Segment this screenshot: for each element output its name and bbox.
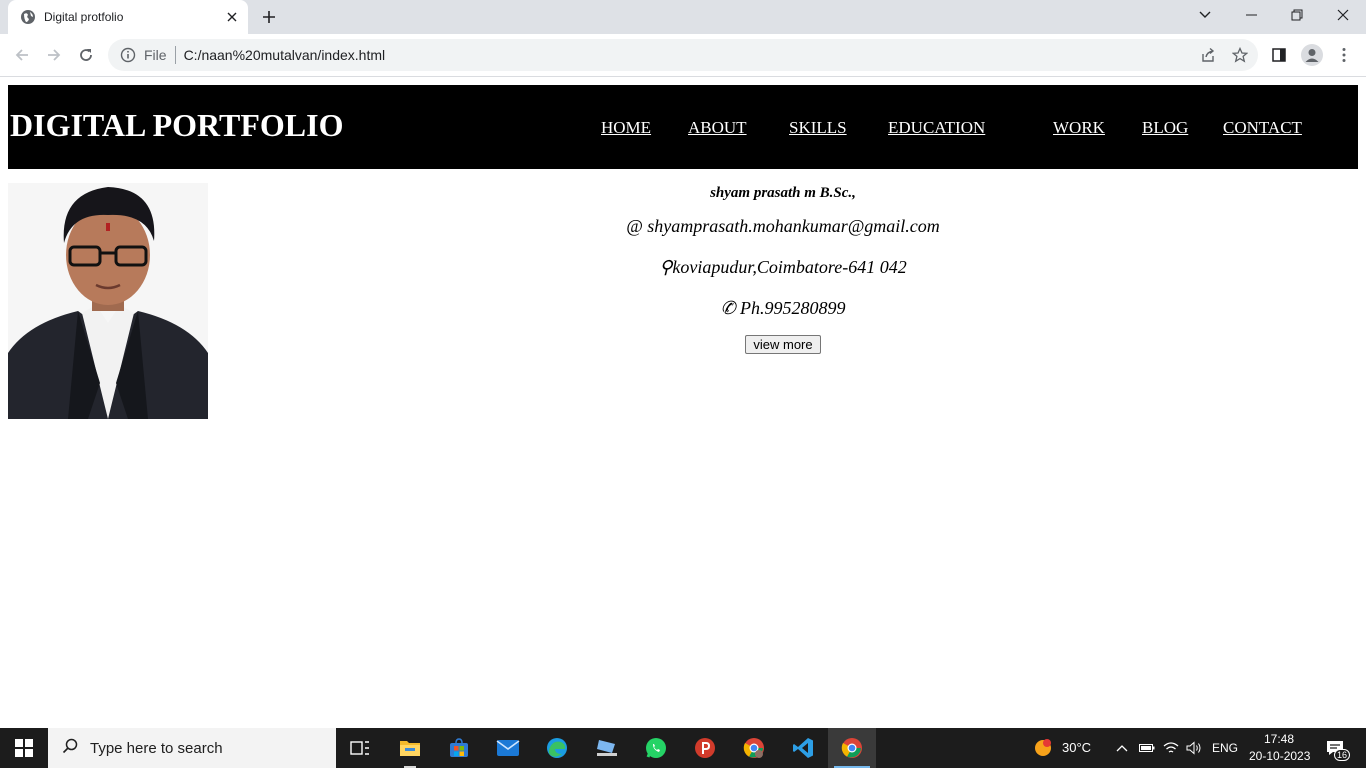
browser-toolbar: File C:/naan%20mutalvan/index.html: [0, 34, 1366, 77]
globe-icon: [20, 9, 36, 25]
search-icon: [62, 738, 78, 759]
bookmark-star-icon[interactable]: [1228, 43, 1252, 67]
url-text[interactable]: C:/naan%20mutalvan/index.html: [184, 47, 386, 63]
phone-icon: ✆: [720, 298, 736, 318]
battery-icon[interactable]: [1139, 740, 1155, 756]
nav-link-about[interactable]: ABOUT: [688, 118, 747, 138]
location-line: ⚲koviapudur,Coimbatore-641 042: [450, 257, 1116, 278]
language-indicator[interactable]: ENG: [1212, 741, 1238, 755]
forward-icon[interactable]: [42, 43, 66, 67]
site-title: DIGITAL PORTFOLIO: [10, 107, 344, 143]
profile-photo: [8, 183, 208, 419]
mail-icon[interactable]: [484, 728, 532, 768]
show-hidden-icons-chevron-icon[interactable]: [1114, 740, 1130, 756]
chrome-profile-icon[interactable]: [730, 728, 778, 768]
search-placeholder: Type here to search: [90, 739, 223, 757]
windows-taskbar: Type here to search 30°C ENG 17:48 20-10…: [0, 728, 1366, 768]
profile-info: shyam prasath m B.Sc., @ shyamprasath.mo…: [450, 183, 1116, 354]
email-text: shyamprasath.mohankumar@gmail.com: [647, 216, 940, 236]
task-view-icon[interactable]: [336, 728, 384, 768]
site-header: DIGITAL PORTFOLIO HOME ABOUT SKILLS EDUC…: [8, 85, 1358, 169]
laptop-app-icon[interactable]: [583, 728, 631, 768]
clock-time[interactable]: 17:48: [1264, 732, 1294, 746]
web-page: DIGITAL PORTFOLIO HOME ABOUT SKILLS EDUC…: [0, 78, 1366, 728]
view-more-button[interactable]: view more: [745, 335, 821, 354]
nav-link-skills[interactable]: SKILLS: [789, 118, 847, 138]
side-panel-icon[interactable]: [1267, 43, 1291, 67]
vscode-icon[interactable]: [779, 728, 827, 768]
nav-link-contact[interactable]: CONTACT: [1223, 118, 1302, 138]
tab-title: Digital protfolio: [44, 10, 124, 24]
phone-line: ✆ Ph.995280899: [450, 298, 1116, 319]
weather-icon[interactable]: [1032, 737, 1054, 759]
microsoft-store-icon[interactable]: [435, 728, 483, 768]
nav-link-education[interactable]: EDUCATION: [888, 118, 985, 138]
powerpoint-like-icon[interactable]: [681, 728, 729, 768]
whatsapp-icon[interactable]: [632, 728, 680, 768]
restore-icon[interactable]: [1274, 0, 1320, 30]
windows-start-icon[interactable]: [0, 728, 48, 768]
browser-tab-strip: Digital protfolio: [0, 0, 1366, 34]
tab-search-icon[interactable]: [1182, 0, 1228, 30]
share-icon[interactable]: [1196, 43, 1220, 67]
nav-link-work[interactable]: WORK: [1053, 118, 1105, 138]
location-text: koviapudur,Coimbatore-641 042: [672, 257, 907, 277]
browser-tab[interactable]: Digital protfolio: [8, 0, 248, 34]
more-menu-icon[interactable]: [1332, 43, 1356, 67]
omnibox-divider: [174, 46, 176, 64]
nav-link-blog[interactable]: BLOG: [1142, 118, 1188, 138]
close-window-icon[interactable]: [1320, 0, 1366, 30]
profile-avatar-icon[interactable]: [1300, 43, 1324, 67]
new-tab-icon[interactable]: [258, 6, 280, 28]
minimize-icon[interactable]: [1228, 0, 1274, 30]
notification-count-badge: 16: [1334, 749, 1351, 761]
wifi-icon[interactable]: [1163, 740, 1179, 756]
profile-name: shyam prasath m B.Sc.,: [710, 185, 856, 201]
email-line: @ shyamprasath.mohankumar@gmail.com: [450, 216, 1116, 237]
at-icon: @: [626, 216, 643, 236]
file-explorer-icon[interactable]: [386, 728, 434, 768]
address-bar[interactable]: File C:/naan%20mutalvan/index.html: [108, 39, 1258, 71]
edge-browser-icon[interactable]: [533, 728, 581, 768]
reload-icon[interactable]: [74, 43, 98, 67]
volume-icon[interactable]: [1186, 740, 1202, 756]
taskbar-search-box[interactable]: Type here to search: [48, 728, 336, 768]
close-tab-icon[interactable]: [224, 9, 240, 25]
clock-date[interactable]: 20-10-2023: [1249, 749, 1310, 763]
url-scheme-label: File: [144, 47, 167, 63]
site-info-icon[interactable]: [120, 47, 136, 63]
back-icon[interactable]: [10, 43, 34, 67]
view-more-row: view more: [450, 335, 1116, 354]
nav-link-home[interactable]: HOME: [601, 118, 651, 138]
weather-temperature[interactable]: 30°C: [1062, 740, 1091, 755]
phone-text: Ph.995280899: [740, 298, 846, 318]
chrome-active-icon[interactable]: [828, 728, 876, 768]
location-pin-icon: ⚲: [659, 257, 673, 277]
